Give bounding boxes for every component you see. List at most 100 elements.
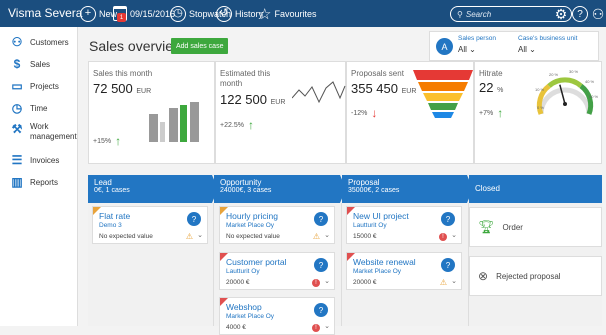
case-customer[interactable]: Lautturit Oy — [226, 268, 260, 275]
history-button[interactable]: ↺ History — [216, 5, 263, 22]
column-summary: 24000€, 3 cases — [220, 187, 272, 194]
case-customer[interactable]: Lautturit Oy — [353, 222, 387, 229]
sidebar-item-invoices[interactable]: ☰ Invoices — [0, 149, 78, 171]
sidebar-item-label: Projects — [30, 81, 59, 91]
sales-case-card[interactable]: Hourly pricing Market Place Oy No expect… — [219, 206, 335, 244]
case-customer[interactable]: Demo 3 — [99, 222, 122, 229]
column-opportunity: Opportunity 24000€, 3 cases — [214, 175, 346, 203]
column-lead: Lead 0€, 1 cases — [88, 175, 218, 203]
filter-panel: A Sales person All ⌄ Case's business uni… — [429, 31, 599, 61]
kpi-proposals-sent[interactable]: Proposals sent 355 450 EUR -12% ↓ — [346, 61, 474, 164]
chevron-down-icon[interactable]: ⌄ — [324, 231, 330, 239]
sidebar-item-label: Sales — [30, 59, 51, 69]
sales-case-card[interactable]: Website renewal Market Place Oy 20000 € … — [346, 252, 462, 290]
column-title: Closed — [475, 184, 500, 193]
search-placeholder: Search — [465, 9, 492, 19]
sidebar-item-work-management[interactable]: ⚒ Work management — [0, 119, 78, 147]
main-content: Sales overview Add sales case A Sales pe… — [78, 27, 606, 335]
case-title[interactable]: Flat rate — [99, 211, 130, 221]
search-icon: ⚲ — [457, 9, 463, 19]
sales-case-card[interactable]: New UI project Lautturit Oy 15000 € ? ! … — [346, 206, 462, 244]
case-title[interactable]: Website renewal — [353, 257, 416, 267]
sales-person-select[interactable]: All ⌄ — [458, 45, 476, 54]
help-question-icon[interactable]: ? — [187, 212, 201, 226]
help-question-icon[interactable]: ? — [441, 212, 455, 226]
kpi-sales-this-month[interactable]: Sales this month 72 500 EUR +15% ↑ — [88, 61, 215, 164]
kpi-value: 22 % — [479, 80, 504, 95]
clock-icon: ◷ — [11, 101, 23, 115]
help-question-icon[interactable]: ? — [314, 212, 328, 226]
kpi-hitrate[interactable]: Hitrate 22 % 0 % 10 % 20 % 30 % 40 % 50 … — [474, 61, 602, 164]
gauge-tick: 20 % — [549, 72, 559, 77]
sidebar: ⚇ Customers $ Sales ▭ Projects ◷ Time ⚒ … — [0, 27, 78, 326]
sales-case-card[interactable]: Flat rate Demo 3 No expected value ? ⚠ ⌄ — [92, 206, 208, 244]
gauge-tick: 40 % — [585, 79, 595, 84]
settings-gear-icon[interactable]: ⚙ — [553, 6, 569, 22]
sidebar-item-sales[interactable]: $ Sales — [0, 53, 78, 75]
business-unit-label: Case's business unit — [518, 35, 578, 42]
help-question-icon[interactable]: ? — [314, 258, 328, 272]
business-unit-select[interactable]: All ⌄ — [518, 45, 536, 54]
sidebar-item-label: Customers — [30, 37, 69, 47]
help-question-icon[interactable]: ? — [314, 303, 328, 317]
app-brand: Visma Severa — [8, 6, 83, 20]
date-button[interactable]: 1 09/15/2016 — [113, 5, 175, 22]
favourites-label: Favourites — [274, 8, 317, 19]
dollar-icon: $ — [13, 57, 21, 71]
kpi-change: -12% ↓ — [351, 106, 378, 120]
column-title: Lead — [94, 178, 112, 187]
help-icon[interactable]: ? — [572, 6, 588, 22]
kpi-change: +7% ↑ — [479, 106, 504, 120]
help-question-icon[interactable]: ? — [441, 258, 455, 272]
chevron-down-icon[interactable]: ⌄ — [451, 277, 457, 285]
alert-icon: ! — [312, 279, 320, 287]
new-button[interactable]: + New — [80, 5, 117, 22]
column-summary: 0€, 1 cases — [94, 187, 130, 194]
kpi-label: Sales this month — [93, 69, 153, 78]
report-chart-icon: ▥ — [11, 175, 23, 189]
case-value: No expected value — [226, 233, 280, 240]
case-title[interactable]: Webshop — [226, 302, 262, 312]
chevron-down-icon[interactable]: ⌄ — [324, 322, 330, 330]
chevron-down-icon[interactable]: ⌄ — [197, 231, 203, 239]
chevron-down-icon[interactable]: ⌄ — [451, 231, 457, 239]
gauge-tick: 0 % — [537, 105, 544, 110]
funnel-graphic — [413, 70, 473, 118]
closed-rejected-card[interactable]: ⊗ Rejected proposal — [469, 256, 602, 296]
sales-case-card[interactable]: Webshop Market Place Oy 4000 € ? ! ⌄ — [219, 297, 335, 335]
avatar: A — [436, 38, 453, 55]
alert-icon: ! — [312, 324, 320, 332]
add-sales-case-button[interactable]: Add sales case — [171, 38, 229, 54]
closed-order-card[interactable]: 🏆︎ Order — [469, 207, 602, 247]
kpi-estimated-this-month[interactable]: Estimated this month 122 500 EUR +22.5% ↑ — [215, 61, 346, 164]
page-title: Sales overview — [89, 38, 184, 54]
column-title: Opportunity — [220, 178, 262, 187]
case-value: 4000 € — [226, 324, 246, 331]
chevron-down-icon[interactable]: ⌄ — [324, 277, 330, 285]
warning-icon: ⚠ — [185, 232, 193, 241]
case-title[interactable]: New UI project — [353, 211, 409, 221]
sidebar-item-projects[interactable]: ▭ Projects — [0, 75, 78, 97]
case-value: 20000 € — [226, 279, 250, 286]
favourites-button[interactable]: ☆ Favourites — [258, 5, 317, 23]
case-value: No expected value — [99, 233, 153, 240]
sidebar-item-time[interactable]: ◷ Time — [0, 97, 78, 119]
arrow-up-icon: ↑ — [497, 106, 504, 120]
column-closed: Closed — [469, 175, 602, 203]
user-settings-icon[interactable]: ⚇ — [590, 6, 606, 22]
case-customer[interactable]: Market Place Oy — [353, 268, 401, 275]
case-title[interactable]: Customer portal — [226, 257, 286, 267]
sales-case-card[interactable]: Customer portal Lautturit Oy 20000 € ? !… — [219, 252, 335, 290]
case-title[interactable]: Hourly pricing — [226, 211, 278, 221]
sidebar-item-label: Invoices — [30, 155, 60, 165]
date-label: 09/15/2016 — [130, 8, 176, 19]
case-customer[interactable]: Market Place Oy — [226, 222, 274, 229]
gauge-tick: 10 % — [535, 87, 545, 92]
case-customer[interactable]: Market Place Oy — [226, 313, 274, 320]
sidebar-item-label: Reports — [30, 177, 59, 187]
column-title: Proposal — [348, 178, 380, 187]
plus-icon: + — [80, 5, 96, 22]
sidebar-item-customers[interactable]: ⚇ Customers — [0, 31, 78, 53]
case-value: 15000 € — [353, 233, 377, 240]
sidebar-item-reports[interactable]: ▥ Reports — [0, 171, 78, 193]
